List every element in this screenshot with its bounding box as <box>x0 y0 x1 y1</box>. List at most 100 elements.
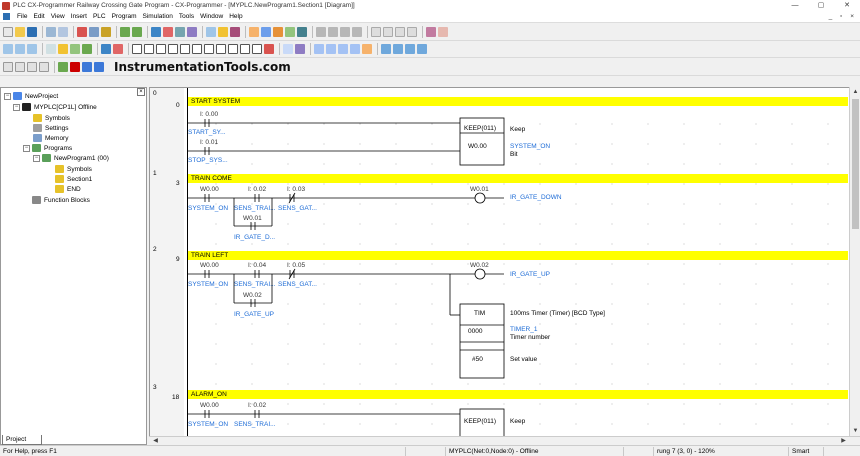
tree-item-program-symbols[interactable]: Symbols <box>55 164 92 174</box>
tree-item-settings[interactable]: Settings <box>33 123 69 133</box>
menu-help[interactable]: Help <box>226 13 245 20</box>
contact-symbol[interactable]: IR_GATE_UP <box>234 311 274 318</box>
io-table-icon[interactable] <box>314 44 324 54</box>
print-preview-icon[interactable] <box>58 27 68 37</box>
pane-close-button[interactable]: × <box>137 88 145 96</box>
coil-no-icon[interactable] <box>204 44 214 54</box>
contact-symbol[interactable]: STOP_SYS... <box>188 157 228 164</box>
window-list-icon[interactable] <box>407 27 417 37</box>
ladder-diagram[interactable]: 0 0 1 3 2 9 3 18 START SYSTEM TRAIN COME… <box>149 87 860 445</box>
contact-symbol[interactable]: SYSTEM_ON <box>188 281 228 288</box>
collapse-icon[interactable]: − <box>23 144 30 152</box>
menu-simulation[interactable]: Simulation <box>140 13 176 20</box>
new-file-icon[interactable] <box>3 27 13 37</box>
horizontal-line-icon[interactable] <box>192 44 202 54</box>
print-icon[interactable] <box>46 27 56 37</box>
close-button[interactable]: ✕ <box>834 0 860 11</box>
online-icon[interactable] <box>261 27 271 37</box>
program-view-icon[interactable] <box>82 44 92 54</box>
contact-symbol[interactable]: SYSTEM_ON <box>188 421 228 428</box>
section-icon[interactable] <box>283 44 293 54</box>
go-online-icon[interactable] <box>381 44 391 54</box>
scroll-left-icon[interactable]: ◀ <box>151 437 160 445</box>
copy-icon[interactable] <box>89 27 99 37</box>
contact-symbol[interactable]: SENS_TRAI... <box>234 205 276 212</box>
collapse-icon[interactable]: − <box>33 154 40 162</box>
tree-item-end[interactable]: END <box>55 184 81 194</box>
error-log-icon[interactable] <box>338 44 348 54</box>
coil-nc-icon[interactable] <box>216 44 226 54</box>
cross-reference-icon[interactable] <box>175 27 185 37</box>
mnemonic-view-icon[interactable] <box>101 44 111 54</box>
scroll-down-icon[interactable]: ▼ <box>851 427 860 436</box>
compare-icon[interactable] <box>297 27 307 37</box>
memory-icon[interactable] <box>326 44 336 54</box>
tree-item-function-blocks[interactable]: Function Blocks <box>23 195 90 205</box>
window-tile-icon[interactable] <box>371 27 381 37</box>
or-no-icon[interactable] <box>156 44 166 54</box>
undo-icon[interactable] <box>120 27 130 37</box>
debug-mode-icon[interactable] <box>328 27 338 37</box>
open-folder-icon[interactable] <box>15 27 25 37</box>
tree-item-newprogram1[interactable]: − NewProgram1 (00) <box>33 153 109 163</box>
menu-tools[interactable]: Tools <box>176 13 197 20</box>
menu-program[interactable]: Program <box>109 13 140 20</box>
tree-item-section1[interactable]: Section1 <box>55 174 92 184</box>
contact-nc-icon[interactable] <box>144 44 154 54</box>
help-icon[interactable] <box>218 27 228 37</box>
run-mode-icon[interactable] <box>352 27 362 37</box>
tools-icon[interactable] <box>426 27 436 37</box>
clock-icon[interactable] <box>350 44 360 54</box>
save-icon[interactable] <box>27 27 37 37</box>
expand-icon[interactable] <box>23 196 30 204</box>
transfer-icon[interactable] <box>285 27 295 37</box>
tree-item-plc[interactable]: − MYPLC[CP1L] Offline <box>13 102 97 112</box>
sim-pause-icon[interactable] <box>82 61 92 72</box>
redo-icon[interactable] <box>132 27 142 37</box>
contact-symbol[interactable]: SENS_GAT... <box>278 281 317 288</box>
address-icon[interactable] <box>187 27 197 37</box>
sim-stop-icon[interactable] <box>70 61 80 72</box>
coil-symbol[interactable]: IR_GATE_UP <box>510 271 550 278</box>
coil-symbol[interactable]: IR_GATE_DOWN <box>510 194 562 201</box>
paste-icon[interactable] <box>101 27 111 37</box>
menu-insert[interactable]: Insert <box>68 13 90 20</box>
menu-edit[interactable]: Edit <box>30 13 47 20</box>
contact-no-icon[interactable] <box>132 44 142 54</box>
vertical-scrollbar[interactable]: ▲ ▼ <box>849 87 860 445</box>
select-mode-icon[interactable] <box>113 44 123 54</box>
collapse-icon[interactable]: − <box>4 92 11 100</box>
scroll-right-icon[interactable]: ▶ <box>839 437 848 445</box>
tree-item-symbols[interactable]: Symbols <box>33 113 70 123</box>
contact-symbol[interactable]: SENS_TRAI... <box>234 281 276 288</box>
menu-window[interactable]: Window <box>197 13 226 20</box>
contact-symbol[interactable]: SENS_GAT... <box>278 205 317 212</box>
tree-item-project[interactable]: − NewProject <box>4 91 58 101</box>
timer-set-value[interactable]: #50 <box>472 356 483 363</box>
timer-box-label[interactable]: TIM <box>474 310 485 317</box>
context-help-icon[interactable] <box>230 27 240 37</box>
sim-run-icon[interactable] <box>58 61 68 72</box>
delete-icon[interactable] <box>264 44 274 54</box>
sim-step-icon[interactable] <box>94 61 104 72</box>
instruction-box-label[interactable]: KEEP(011) <box>464 125 496 132</box>
timer-number[interactable]: 0000 <box>468 328 482 335</box>
menu-file[interactable]: File <box>14 13 30 20</box>
window-cascade-icon[interactable] <box>383 27 393 37</box>
falling-edge-icon[interactable] <box>252 44 262 54</box>
or-nc-icon[interactable] <box>168 44 178 54</box>
find-icon[interactable] <box>151 27 161 37</box>
warning-icon[interactable] <box>249 27 259 37</box>
scroll-thumb[interactable] <box>852 99 859 229</box>
timer-symbol[interactable]: TIMER_1 <box>510 326 537 333</box>
vertical-line-icon[interactable] <box>180 44 190 54</box>
horizontal-scrollbar[interactable]: ◀ ▶ <box>149 436 860 445</box>
zoom-fit-icon[interactable] <box>27 44 37 54</box>
project-tab[interactable]: Project <box>2 435 42 445</box>
upload-icon[interactable] <box>417 44 427 54</box>
instruction-box-label[interactable]: KEEP(011) <box>464 418 496 425</box>
settings-icon[interactable] <box>438 27 448 37</box>
scroll-up-icon[interactable]: ▲ <box>851 88 860 97</box>
monitor-icon[interactable] <box>273 27 283 37</box>
mdi-controls[interactable]: _ ▫ × <box>829 13 857 20</box>
